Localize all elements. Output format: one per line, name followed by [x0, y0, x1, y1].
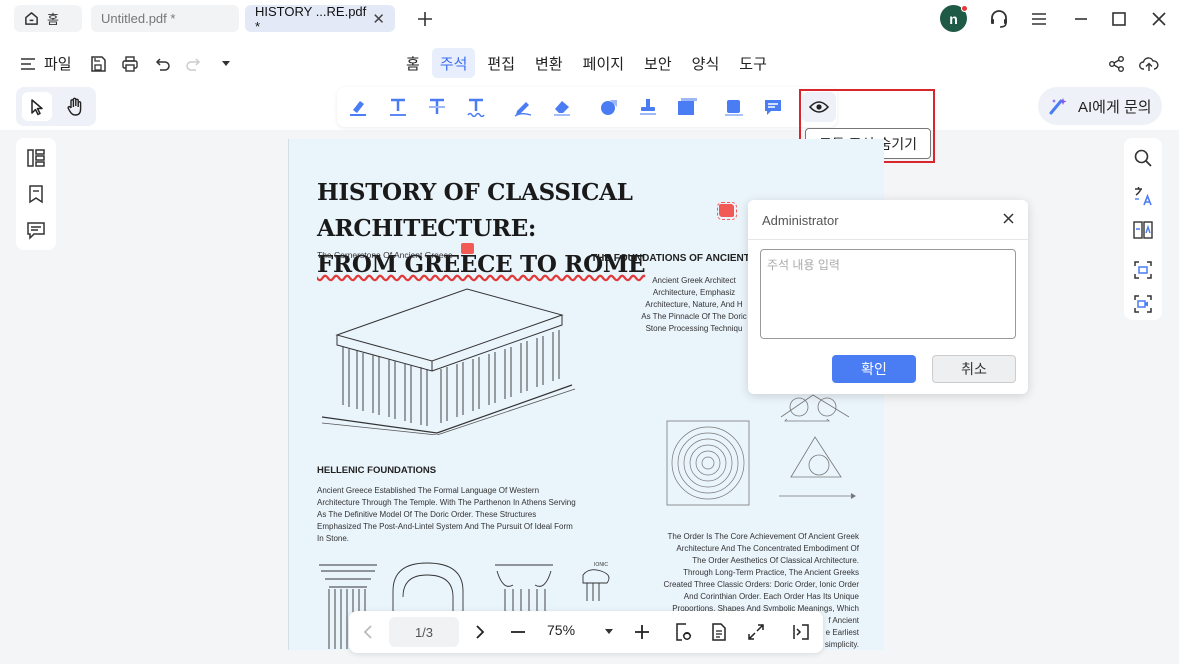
exit-fullscreen-icon[interactable] — [790, 621, 812, 643]
minimize-icon[interactable] — [1068, 6, 1094, 32]
menu-row: 파일 홈 주석 편집 변환 페이지 보안 양식 도구 — [0, 44, 1179, 84]
file-menu-label: 파일 — [44, 56, 72, 73]
home-icon — [24, 11, 39, 26]
tab-home[interactable]: 홈 — [14, 5, 82, 32]
area-highlight-icon[interactable] — [676, 96, 698, 118]
previous-page-icon[interactable] — [357, 621, 379, 643]
print-icon[interactable] — [119, 53, 141, 75]
zoom-out-icon[interactable] — [507, 621, 529, 643]
ask-ai-label: AI에게 문의 — [1078, 98, 1152, 116]
strikethrough-text-icon[interactable] — [426, 96, 448, 118]
menu-edit[interactable]: 편집 — [479, 48, 523, 78]
comment-popup: Administrator 확인 취소 — [748, 200, 1028, 394]
menu-security[interactable]: 보안 — [636, 48, 680, 78]
bookmark-icon[interactable] — [25, 183, 47, 205]
comment-note-icon[interactable] — [762, 96, 784, 118]
arrow-diagram — [779, 493, 856, 499]
menu-convert[interactable]: 변환 — [527, 48, 571, 78]
screen-capture-icon[interactable] — [1132, 293, 1154, 315]
menu-icon[interactable] — [1026, 6, 1052, 32]
redo-icon[interactable] — [183, 53, 205, 75]
tab-untitled[interactable]: Untitled.pdf * — [91, 5, 239, 32]
selected-annotation-icon[interactable] — [717, 202, 737, 220]
left-sidebar — [16, 138, 56, 250]
save-icon[interactable] — [87, 53, 109, 75]
confirm-button[interactable]: 확인 — [832, 355, 916, 383]
ai-sparkle-icon — [1048, 96, 1068, 116]
translate-icon[interactable] — [1132, 185, 1154, 207]
avatar[interactable]: n — [940, 5, 968, 32]
foundations-text: Ancient Greek Architect Architecture, Em… — [641, 276, 747, 333]
underline-text-icon[interactable] — [387, 96, 409, 118]
notification-dot — [961, 5, 968, 12]
main-menu: 홈 주석 편집 변환 페이지 보안 양식 도구 — [398, 48, 775, 78]
tab-home-label: 홈 — [47, 12, 59, 27]
shape-icon[interactable] — [598, 96, 620, 118]
close-window-icon[interactable] — [1146, 6, 1172, 32]
parthenon-illustration — [321, 288, 576, 435]
support-headset-icon[interactable] — [986, 6, 1012, 32]
menu-tools[interactable]: 도구 — [731, 48, 775, 78]
hamburger-icon — [20, 57, 36, 71]
tab-history-label: HISTORY ...RE.pdf * — [255, 3, 367, 34]
undo-icon[interactable] — [151, 53, 173, 75]
comment-author: Administrator — [762, 213, 839, 228]
menu-annotate[interactable]: 주석 — [431, 48, 476, 78]
squiggly-text-icon[interactable] — [465, 96, 487, 118]
comment-input[interactable] — [760, 249, 1016, 339]
quick-access-dropdown-icon[interactable] — [215, 53, 237, 75]
title-bar: 홈 Untitled.pdf * HISTORY ...RE.pdf * ✕ n — [0, 0, 1179, 38]
cloud-upload-icon[interactable] — [1138, 53, 1160, 75]
foundations-heading: THE FOUNDATIONS OF ANCIENT — [591, 253, 750, 264]
eraser-icon[interactable] — [551, 96, 573, 118]
thumbnails-icon[interactable] — [25, 147, 47, 169]
signature-icon[interactable] — [723, 96, 745, 118]
hellenic-heading: HELLENIC FOUNDATIONS — [317, 465, 437, 476]
zoom-level[interactable]: 75% — [547, 622, 575, 638]
select-cursor-icon[interactable] — [22, 92, 52, 121]
page-layout-icon[interactable] — [708, 621, 730, 643]
avatar-letter: n — [949, 10, 958, 27]
stamp-icon[interactable] — [637, 96, 659, 118]
circle-diagram — [780, 394, 850, 418]
zoom-dropdown-icon[interactable] — [598, 621, 620, 643]
share-icon[interactable] — [1106, 53, 1128, 75]
highlight-icon[interactable] — [347, 96, 369, 118]
ocr-scan-icon[interactable] — [1132, 259, 1154, 281]
zoom-in-icon[interactable] — [631, 621, 653, 643]
bottom-toolbar: 1/3 75% — [349, 611, 823, 653]
hellenic-text: Ancient Greece Established The Formal La… — [317, 486, 576, 543]
maximize-icon[interactable] — [1106, 6, 1132, 32]
close-icon[interactable] — [1000, 210, 1016, 226]
annotation-note-icon[interactable] — [461, 243, 474, 254]
annotation-toolbar — [337, 87, 837, 127]
ionic-label: IONIC — [594, 562, 608, 568]
fit-to-page-icon[interactable] — [745, 621, 767, 643]
file-menu-button[interactable]: 파일 — [20, 53, 72, 74]
divider — [748, 239, 1028, 240]
menu-home[interactable]: 홈 — [398, 48, 428, 78]
view-mode-icon[interactable] — [672, 621, 694, 643]
menu-form[interactable]: 양식 — [684, 48, 728, 78]
ask-ai-button[interactable]: AI에게 문의 — [1038, 87, 1162, 125]
compare-translate-icon[interactable] — [1132, 219, 1154, 241]
right-sidebar — [1124, 138, 1162, 320]
close-tab-icon[interactable]: ✕ — [372, 10, 385, 28]
next-page-icon[interactable] — [469, 621, 491, 643]
pencil-icon[interactable] — [512, 96, 534, 118]
menu-page[interactable]: 페이지 — [575, 48, 632, 78]
pointer-tools — [16, 87, 96, 126]
tab-untitled-label: Untitled.pdf * — [101, 11, 176, 26]
cancel-button[interactable]: 취소 — [932, 355, 1016, 383]
document-subtitle: The Cornerstone Of Ancient Greece — [317, 250, 453, 260]
tab-history[interactable]: HISTORY ...RE.pdf * ✕ — [245, 3, 395, 34]
page-indicator[interactable]: 1/3 — [389, 617, 459, 647]
new-tab-icon[interactable] — [413, 7, 437, 31]
comments-panel-icon[interactable] — [25, 219, 47, 241]
hand-tool-icon[interactable] — [60, 92, 90, 121]
search-icon[interactable] — [1132, 147, 1154, 169]
